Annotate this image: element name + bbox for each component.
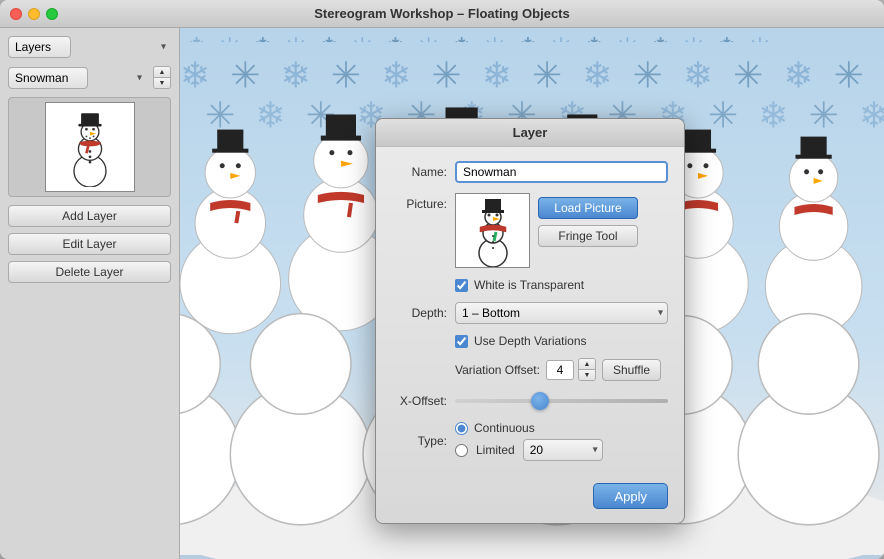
xoffset-row: X-Offset: <box>392 391 668 411</box>
svg-text:✳: ✳ <box>733 54 763 95</box>
canvas-area: ❄ ✳ ❄ ✳ ❄ ✳ ❄ ✳ ❄ ✳ ❄ ✳ ❄ ✳ ❄ ✳ ❄ <box>180 28 884 559</box>
svg-text:✳: ✳ <box>205 95 235 136</box>
layer-dialog: Layer Name: Picture: <box>375 118 685 524</box>
svg-text:❄: ❄ <box>859 95 884 136</box>
add-layer-button[interactable]: Add Layer <box>8 205 171 227</box>
variation-offset-up[interactable]: ▲ <box>579 359 595 369</box>
svg-text:❄: ❄ <box>255 95 285 136</box>
modal-footer: Apply <box>376 475 684 523</box>
layer-down-btn[interactable]: ▼ <box>154 78 170 88</box>
name-row: Name: <box>392 161 668 183</box>
modal-content: Name: Picture: <box>376 147 684 475</box>
svg-text:❄: ❄ <box>683 54 713 95</box>
canvas-background: ❄ ✳ ❄ ✳ ❄ ✳ ❄ ✳ ❄ ✳ ❄ ✳ ❄ ✳ ❄ ✳ ❄ <box>180 28 884 559</box>
layer-select[interactable]: Snowman <box>8 67 88 89</box>
picture-snowman-svg <box>458 193 528 268</box>
xoffset-label: X-Offset: <box>392 394 447 408</box>
limited-select[interactable]: 20 10 30 50 <box>523 439 603 461</box>
type-row: Type: Continuous Limited <box>392 421 668 461</box>
variation-offset-row: Variation Offset: 4 ▲ ▼ Shuffle <box>392 358 668 381</box>
depth-row: Depth: 1 – Bottom 2 3 4 5 – Top <box>392 302 668 324</box>
type-limited-label: Limited <box>476 443 515 457</box>
svg-text:❄: ❄ <box>381 54 411 95</box>
layer-thumbnail-area <box>8 97 171 197</box>
type-continuous-radio[interactable] <box>455 422 468 435</box>
picture-row: Picture: <box>392 193 668 268</box>
snowman-thumbnail-svg <box>50 107 130 187</box>
svg-text:✳: ✳ <box>834 54 864 95</box>
type-continuous-row: Continuous <box>455 421 603 435</box>
type-continuous-label: Continuous <box>474 421 535 435</box>
main-area: Layers Snowman ▲ ▼ <box>0 28 884 559</box>
edit-layer-button[interactable]: Edit Layer <box>8 233 171 255</box>
use-depth-variations-checkbox[interactable] <box>455 335 468 348</box>
sidebar-header: Layers <box>8 36 171 58</box>
layer-select-header: Snowman ▲ ▼ <box>8 66 171 89</box>
layers-dropdown[interactable]: Layers <box>8 36 71 58</box>
svg-text:❄: ❄ <box>281 54 311 95</box>
svg-text:✳: ✳ <box>532 54 562 95</box>
name-label: Name: <box>392 165 447 179</box>
depth-select-wrapper: 1 – Bottom 2 3 4 5 – Top <box>455 302 668 324</box>
depth-select[interactable]: 1 – Bottom 2 3 4 5 – Top <box>455 302 668 324</box>
type-label: Type: <box>392 434 447 448</box>
type-limited-row: Limited 20 10 30 50 <box>455 439 603 461</box>
white-transparent-label: White is Transparent <box>474 278 584 292</box>
minimize-button[interactable] <box>28 8 40 20</box>
svg-text:✳: ✳ <box>431 54 461 95</box>
shuffle-button[interactable]: Shuffle <box>602 359 661 381</box>
white-transparent-row: White is Transparent <box>392 278 668 292</box>
modal-title: Layer <box>376 119 684 147</box>
variation-offset-label: Variation Offset: <box>455 363 540 377</box>
xoffset-slider[interactable] <box>455 399 668 403</box>
variation-offset-down[interactable]: ▼ <box>579 370 595 380</box>
sidebar: Layers Snowman ▲ ▼ <box>0 28 180 559</box>
picture-label: Picture: <box>392 193 447 211</box>
maximize-button[interactable] <box>46 8 58 20</box>
picture-buttons: Load Picture Fringe Tool <box>538 193 638 247</box>
load-picture-button[interactable]: Load Picture <box>538 197 638 219</box>
sidebar-buttons: Add Layer Edit Layer Delete Layer <box>8 205 171 283</box>
picture-thumbnail <box>455 193 530 268</box>
traffic-lights <box>10 8 58 20</box>
main-window: Stereogram Workshop – Floating Objects L… <box>0 0 884 559</box>
apply-button[interactable]: Apply <box>593 483 668 509</box>
titlebar: Stereogram Workshop – Floating Objects <box>0 0 884 28</box>
svg-text:✳: ✳ <box>708 95 738 136</box>
white-transparent-checkbox[interactable] <box>455 279 468 292</box>
type-limited-radio[interactable] <box>455 444 468 457</box>
svg-text:❄: ❄ <box>582 54 612 95</box>
depth-label: Depth: <box>392 306 447 320</box>
close-button[interactable] <box>10 8 22 20</box>
use-depth-variations-row: Use Depth Variations <box>392 334 668 348</box>
use-depth-variations-label: Use Depth Variations <box>474 334 587 348</box>
layer-up-btn[interactable]: ▲ <box>154 67 170 77</box>
svg-text:❄: ❄ <box>783 54 813 95</box>
svg-text:✳: ✳ <box>809 95 839 136</box>
svg-text:❄: ❄ <box>180 54 210 95</box>
variation-offset-stepper-wrapper: 4 ▲ ▼ <box>546 358 596 381</box>
type-options: Continuous Limited 20 10 <box>455 421 603 461</box>
svg-text:✳: ✳ <box>230 54 260 95</box>
svg-text:✳: ✳ <box>633 54 663 95</box>
variation-offset-stepper[interactable]: ▲ ▼ <box>578 358 596 381</box>
layers-dropdown-wrapper: Layers <box>8 36 171 58</box>
layer-stepper[interactable]: ▲ ▼ <box>153 66 171 89</box>
variation-offset-value: 4 <box>546 360 574 380</box>
name-input[interactable] <box>455 161 668 183</box>
window-title: Stereogram Workshop – Floating Objects <box>314 6 569 21</box>
svg-text:✳: ✳ <box>331 54 361 95</box>
xoffset-slider-thumb[interactable] <box>531 392 549 410</box>
fringe-tool-button[interactable]: Fringe Tool <box>538 225 638 247</box>
layer-select-wrapper: Snowman <box>8 67 147 89</box>
svg-text:❄: ❄ <box>482 54 512 95</box>
layer-thumbnail <box>45 102 135 192</box>
svg-text:❄: ❄ <box>758 95 788 136</box>
delete-layer-button[interactable]: Delete Layer <box>8 261 171 283</box>
limited-select-wrapper: 20 10 30 50 <box>523 439 603 461</box>
